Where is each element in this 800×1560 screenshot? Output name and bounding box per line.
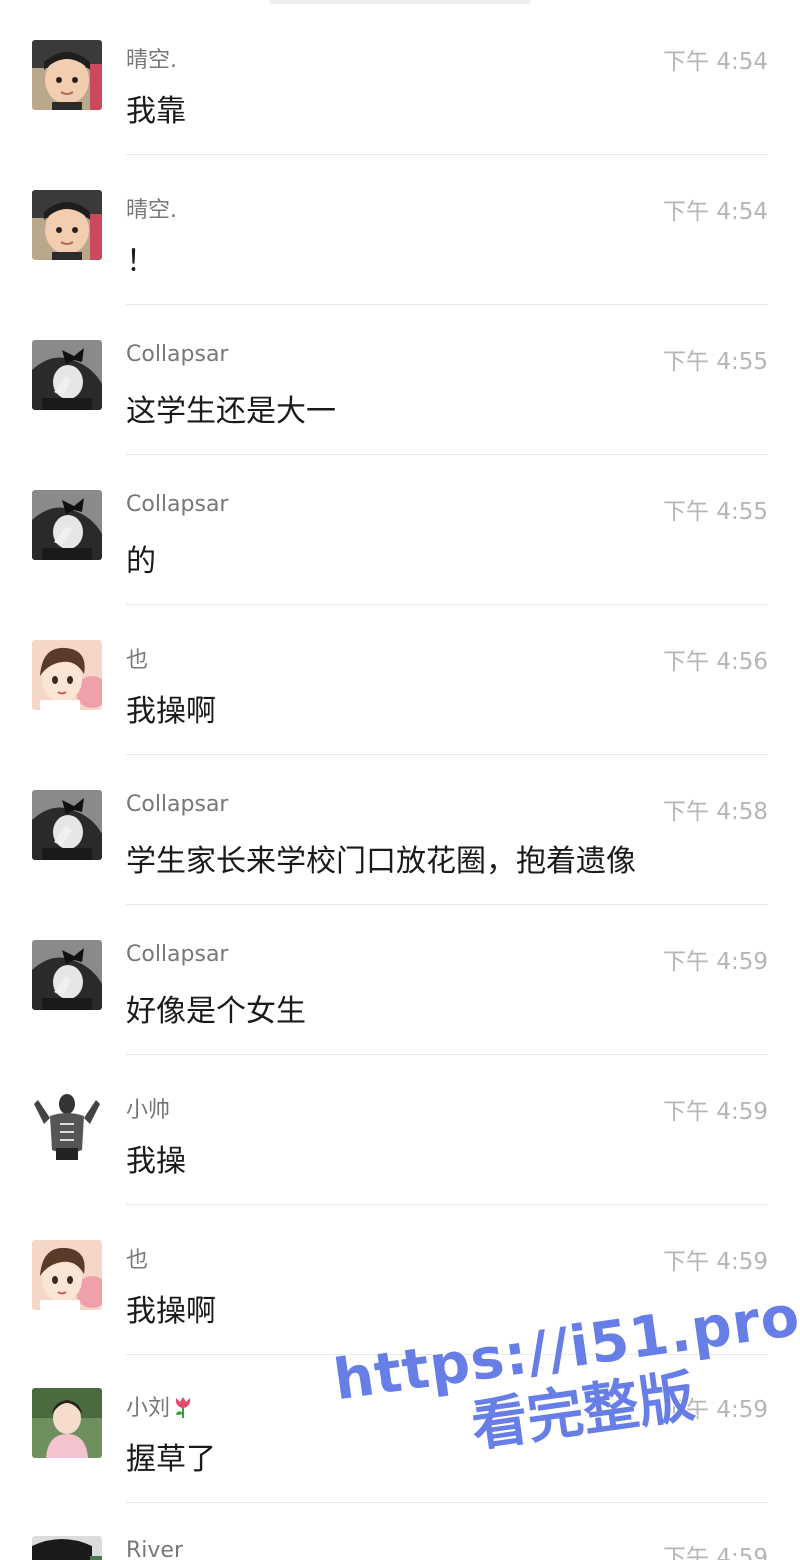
list-item[interactable]: 小帅 下午 4:59 我操 <box>0 1090 800 1240</box>
divider <box>126 454 768 455</box>
girl-bow-avatar[interactable] <box>32 340 102 410</box>
message-time: 下午 4:58 <box>663 799 768 825</box>
sender-name: Collapsar <box>126 342 229 367</box>
list-item[interactable]: Collapsar 下午 4:59 好像是个女生 <box>0 940 800 1090</box>
girl-bow-avatar[interactable] <box>32 490 102 560</box>
sender-name: Collapsar <box>126 792 229 817</box>
message-text: 我操 <box>126 1144 186 1179</box>
anime-girl-avatar[interactable] <box>32 1240 102 1310</box>
list-item[interactable]: 也 下午 4:56 我操啊 <box>0 640 800 790</box>
message-time: 下午 4:55 <box>663 499 768 525</box>
muscle-man-avatar[interactable] <box>32 1090 102 1160</box>
girl-bow-avatar[interactable] <box>32 940 102 1010</box>
pink-girl-avatar[interactable] <box>32 1388 102 1458</box>
divider <box>126 1054 768 1055</box>
list-item[interactable]: Collapsar 下午 4:55 这学生还是大一 <box>0 340 800 490</box>
sender-name-text: 小刘 <box>126 1396 171 1421</box>
top-edge-fragment <box>270 0 530 4</box>
message-text: 握草了 <box>126 1442 216 1477</box>
message-time: 下午 4:54 <box>663 49 768 75</box>
boy-photo-avatar[interactable] <box>32 190 102 260</box>
message-time: 下午 4:59 <box>663 1099 768 1125</box>
message-time: 下午 4:59 <box>663 949 768 975</box>
message-time: 下午 4:59 <box>663 1545 768 1560</box>
sender-name: Collapsar <box>126 942 229 967</box>
girl-bow-avatar[interactable] <box>32 790 102 860</box>
anime-girl-avatar[interactable] <box>32 640 102 710</box>
list-item[interactable]: Collapsar 下午 4:55 的 <box>0 490 800 640</box>
sender-name: 也 <box>126 1248 149 1273</box>
sender-name: 晴空. <box>126 48 177 73</box>
tulip-icon <box>172 1395 194 1419</box>
message-time: 下午 4:54 <box>663 199 768 225</box>
divider <box>126 1204 768 1205</box>
message-text: 这学生还是大一 <box>126 394 336 429</box>
divider <box>126 154 768 155</box>
list-item[interactable]: 晴空. 下午 4:54 ！ <box>0 190 800 340</box>
dark-hair-avatar[interactable] <box>32 1536 102 1560</box>
divider <box>126 604 768 605</box>
sender-name: River <box>126 1538 183 1560</box>
message-text: 我操啊 <box>126 694 216 729</box>
sender-name: Collapsar <box>126 492 229 517</box>
message-text: 我操啊 <box>126 1294 216 1329</box>
message-text: ！ <box>126 244 156 279</box>
divider <box>126 304 768 305</box>
sender-name: 小帅 <box>126 1098 171 1123</box>
message-time: 下午 4:55 <box>663 349 768 375</box>
boy-photo-avatar[interactable] <box>32 40 102 110</box>
sender-name: 晴空. <box>126 198 177 223</box>
message-text: 的 <box>126 544 156 579</box>
message-time: 下午 4:56 <box>663 649 768 675</box>
message-time: 下午 4:59 <box>663 1249 768 1275</box>
list-item[interactable]: Collapsar 下午 4:58 学生家长来学校门口放花圈，抱着遗像 <box>0 790 800 940</box>
divider <box>126 904 768 905</box>
message-text: 学生家长来学校门口放花圈，抱着遗像 <box>126 844 636 879</box>
sender-name: 也 <box>126 648 149 673</box>
message-text: 我靠 <box>126 94 186 129</box>
message-text: 好像是个女生 <box>126 994 306 1029</box>
list-item[interactable]: 晴空. 下午 4:54 我靠 <box>0 40 800 190</box>
sender-name: 小刘 <box>126 1390 194 1422</box>
divider <box>126 754 768 755</box>
